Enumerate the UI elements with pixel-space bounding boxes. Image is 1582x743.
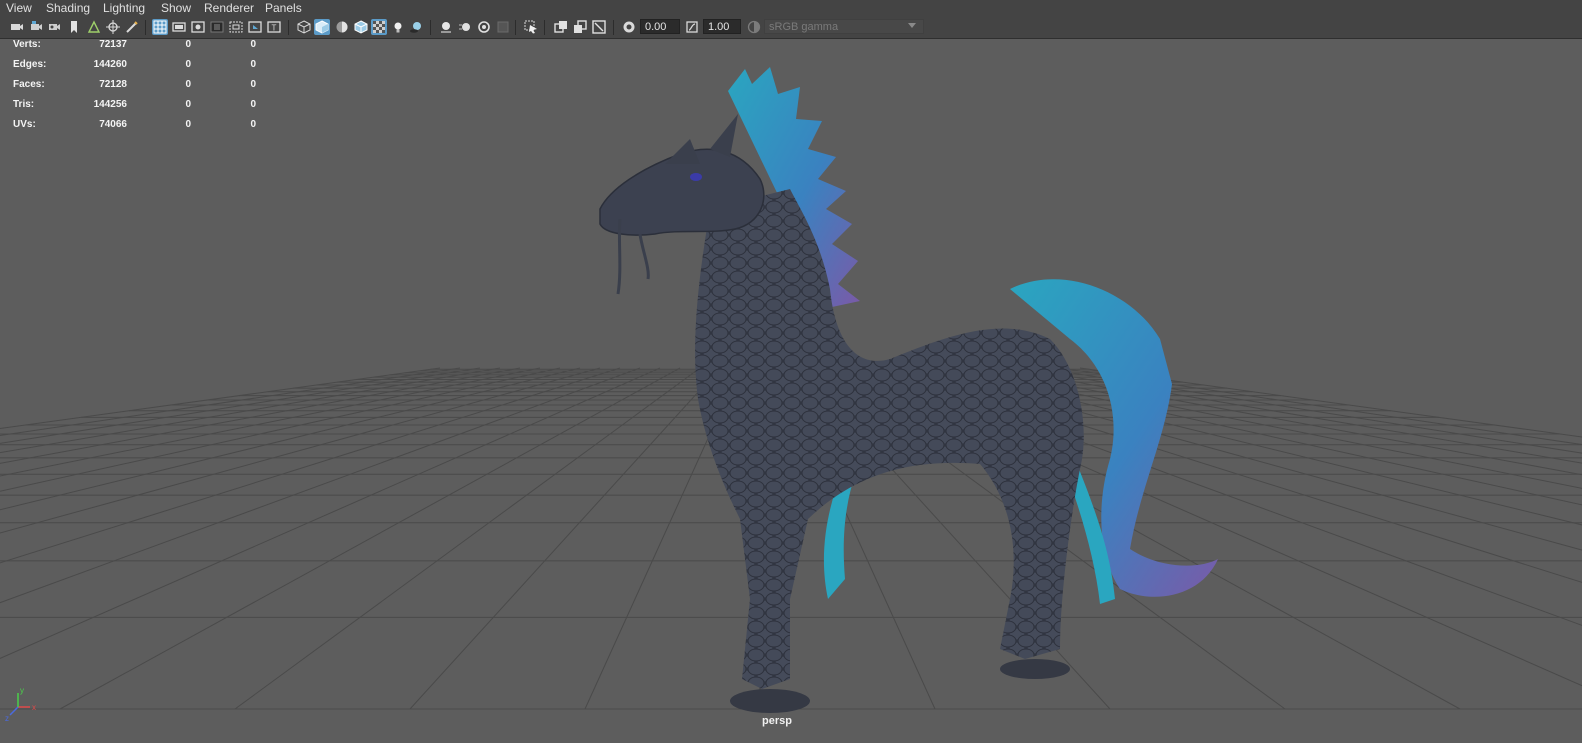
front-hoof [730,689,810,713]
wireframe-icon[interactable] [296,19,312,35]
horn [665,139,700,164]
multisample-aa-icon[interactable] [476,19,492,35]
hud-value: 0 [250,99,256,110]
gamma-icon[interactable] [684,19,700,35]
whisker [616,218,622,295]
gate-mask-icon[interactable] [209,19,225,35]
axis-x-label: x [32,703,36,712]
motion-blur-icon[interactable] [457,19,473,35]
perspective-viewport[interactable]: Verts: 72137 0 0 Edges: 144260 0 0 Faces… [0,39,1582,743]
default-material-icon[interactable] [334,19,350,35]
horn [710,114,738,157]
rear-hoof [1000,659,1070,679]
axis-z-label: z [5,714,9,723]
depth-of-field-icon[interactable] [495,19,511,35]
dragon-horse-model[interactable] [0,39,1582,743]
hud-value: 72128 [99,79,127,90]
exposure-icon[interactable] [621,19,637,35]
menu-show[interactable]: Show [161,1,191,15]
poly-count-hud: Verts: 72137 0 0 Edges: 144260 0 0 Faces… [0,39,270,139]
view-transform-icon[interactable] [746,19,762,35]
field-chart-icon[interactable] [228,19,244,35]
panel-menu-bar: View Shading Lighting Show Renderer Pane… [0,0,1582,17]
color-space-dropdown[interactable]: sRGB gamma [764,19,924,34]
grease-pencil-icon[interactable] [124,19,140,35]
hud-value: 0 [185,59,191,70]
hud-value: 74066 [99,119,127,130]
hud-value: 0 [250,59,256,70]
smooth-shade-icon[interactable] [314,19,330,35]
camera-attributes-icon[interactable] [29,19,45,35]
hud-label: UVs: [13,119,36,130]
xray-icon[interactable] [371,19,387,35]
menu-panels[interactable]: Panels [265,1,302,15]
camera-bookmark-icon[interactable] [47,19,63,35]
xray-active-icon[interactable] [572,19,588,35]
body [695,189,1084,689]
bookmark-icon[interactable] [66,19,82,35]
use-all-lights-icon[interactable] [390,19,406,35]
axis-gizmo-icon: x y z [5,686,36,723]
hud-value: 0 [185,119,191,130]
camera-name-label: persp [762,715,792,727]
2d-pan-zoom-icon[interactable] [105,19,121,35]
resolution-gate-icon[interactable] [190,19,206,35]
hud-label: Verts: [13,39,41,50]
eye [690,173,702,181]
hud-label: Tris: [13,99,35,110]
hud-row-edges: Edges: 144260 0 0 [0,59,270,71]
hud-value: 144256 [93,99,127,110]
menu-shading[interactable]: Shading [46,1,90,15]
hud-value: 0 [185,79,191,90]
hud-value: 72137 [99,39,127,50]
hud-label: Faces: [13,79,45,90]
panel-toolbar: T 0.00 1.00 sRGB gamma [0,17,1582,39]
hud-value: 0 [250,119,256,130]
xray-joints-icon[interactable] [553,19,569,35]
hud-value: 0 [185,39,191,50]
safe-action-icon[interactable] [247,19,263,35]
hud-row-tris: Tris: 144256 0 0 [0,99,270,111]
menu-renderer[interactable]: Renderer [204,1,254,15]
gamma-field[interactable]: 1.00 [703,19,741,34]
whisker [638,233,650,280]
hud-row-faces: Faces: 72128 0 0 [0,79,270,91]
grid-icon[interactable] [152,19,168,35]
exposure-field[interactable]: 0.00 [640,19,680,34]
shadows-icon[interactable] [408,19,424,35]
hud-value: 144260 [93,59,127,70]
hud-row-uvs: UVs: 74066 0 0 [0,119,270,131]
axis-y-label: y [20,686,24,695]
film-gate-icon[interactable] [171,19,187,35]
chevron-down-icon[interactable] [908,23,916,28]
screen-space-ao-icon[interactable] [438,19,454,35]
menu-lighting[interactable]: Lighting [103,1,145,15]
hud-row-verts: Verts: 72137 0 0 [0,39,270,51]
hud-value: 0 [185,99,191,110]
hud-value: 0 [250,79,256,90]
wireframe-on-shaded-icon[interactable] [353,19,369,35]
safe-title-icon[interactable]: T [266,19,282,35]
hud-label: Edges: [13,59,47,70]
camera-frame-icon[interactable] [591,19,607,35]
isolate-select-icon[interactable] [523,19,539,35]
menu-view[interactable]: View [6,1,32,15]
camera-select-icon[interactable] [9,19,25,35]
svg-text:T: T [272,24,277,33]
hud-value: 0 [250,39,256,50]
image-plane-icon[interactable] [86,19,102,35]
